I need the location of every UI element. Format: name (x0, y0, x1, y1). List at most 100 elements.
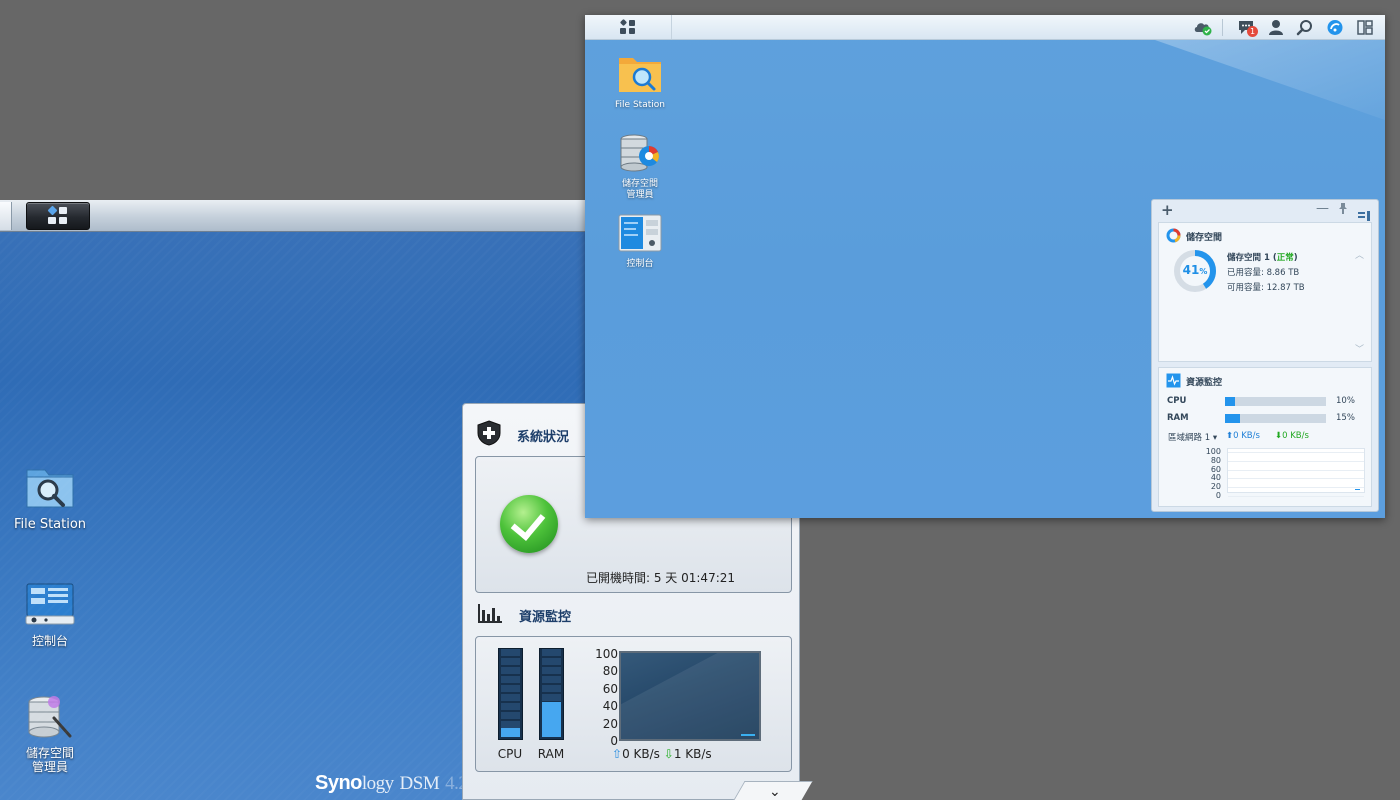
desktop-icon-storage-manager[interactable]: 儲存空間 管理員 (0, 690, 100, 774)
folder-search-icon (617, 52, 663, 98)
used-capacity: 已用容量: 8.86 TB (1227, 268, 1300, 278)
bar-segment (501, 721, 520, 728)
cpu-usage-bar (1225, 397, 1326, 406)
add-widget-icon[interactable]: + (1161, 201, 1174, 219)
storage-usage-percent: 41% (1182, 263, 1208, 277)
cpu-label: CPU (497, 747, 523, 761)
y-tick-label: 60 (602, 681, 618, 696)
ram-label: RAM (537, 747, 565, 761)
cloud-sync-icon[interactable] (1193, 19, 1212, 36)
widget-panel-header: + — (1152, 200, 1378, 222)
resource-monitor-title: 資源監控 (519, 609, 572, 625)
cpu-label: CPU (1167, 396, 1187, 406)
cpu-usage-fill (1225, 397, 1236, 406)
y-tick-label: 20 (1210, 482, 1221, 492)
grid-line (1228, 487, 1364, 489)
desktop-icon-control-panel[interactable]: 控制台 (600, 211, 680, 270)
y-tick-label: 40 (1210, 473, 1221, 483)
storage-donut-icon (1166, 228, 1181, 243)
ram-usage-fill (542, 702, 561, 737)
uptime-text: 已開機時間: 5 天 01:47:21 (586, 571, 736, 585)
free-capacity: 可用容量: 12.87 TB (1227, 283, 1305, 293)
widgets-toggle-icon[interactable] (1356, 19, 1374, 36)
upload-arrow-icon: ⇧ (612, 747, 623, 761)
desktop-icon-file-station[interactable]: File Station (600, 52, 680, 111)
ram-usage-fill (1225, 414, 1241, 423)
grid-line (1228, 469, 1364, 471)
desktop-icon-control-panel[interactable]: 控制台 (0, 578, 100, 648)
chevron-down-icon[interactable]: ⌄ (769, 784, 781, 800)
network-speed: ⇧0 KB/s ⇩1 KB/s (612, 747, 712, 761)
bar-segment (501, 694, 520, 701)
upload-speed: ⬆0 KB/s (1226, 431, 1260, 441)
caret-down-icon: ▾ (1212, 433, 1218, 443)
bar-segment (501, 685, 520, 692)
bar-segment (501, 649, 520, 656)
y-tick-label: 80 (1210, 455, 1221, 465)
taskbar-separator (1222, 19, 1223, 36)
bar-segment (501, 712, 520, 719)
desktop-icon-label: File Station (13, 517, 87, 532)
main-menu-button[interactable] (585, 15, 672, 39)
bar-segment (542, 658, 561, 665)
network-trace (741, 730, 755, 736)
control-panel-icon (617, 211, 663, 257)
status-ok-icon (500, 495, 558, 553)
synology-dsm-logo: Synology DSM 4.2 (315, 772, 468, 794)
cpu-usage-bar (498, 648, 523, 740)
shield-icon (477, 420, 501, 450)
dsm6-taskbar: 1 (585, 15, 1385, 40)
desktop-icon-storage-manager[interactable]: 儲存空間 管理員 (600, 131, 680, 201)
desktop-icon-label: 控制台 (31, 634, 68, 648)
desktop-icon-label: File Station (615, 100, 665, 110)
y-tick-label: 0 (1215, 491, 1221, 500)
grid-line (1228, 452, 1364, 453)
network-graph (619, 651, 761, 741)
dock-icon[interactable] (1358, 206, 1370, 221)
y-tick-label: 20 (602, 716, 618, 731)
user-icon[interactable] (1267, 19, 1285, 36)
taskbar-left-edge (0, 202, 12, 230)
network-interface-select[interactable]: 區域網路 1 ▾ (1168, 431, 1217, 443)
y-tick-label: 80 (602, 664, 618, 679)
resource-monitor-box: CPU RAM 100 80 60 40 20 0 ⇧0 KB/s ⇩1 KB/s (475, 636, 792, 772)
resource-monitor-widget: 資源監控 CPU RAM 10% 15% 區域網路 1 ▾ ⬆0 KB/s ⬇0… (1158, 367, 1372, 507)
bar-segment (501, 676, 520, 683)
dsm-help-icon[interactable] (1326, 19, 1344, 36)
bar-segment (542, 676, 561, 683)
system-status-title: 系統狀況 (517, 429, 570, 445)
y-tick-label: 100 (1205, 447, 1221, 456)
ram-label: RAM (1167, 413, 1189, 423)
main-menu-button[interactable] (26, 202, 90, 230)
storage-manager-icon (24, 690, 76, 742)
ram-usage-bar (539, 648, 564, 740)
grid-icon (47, 205, 68, 225)
grid-line (1228, 478, 1364, 480)
resource-monitor-title: 資源監控 (1186, 378, 1223, 388)
desktop-icon-label: 儲存空間 管理員 (25, 746, 74, 774)
desktop-icon-file-station[interactable]: File Station (0, 462, 100, 532)
bar-segment (501, 667, 520, 674)
upload-speed: 0 KB/s (622, 747, 660, 761)
chevron-up-icon[interactable]: ︿ (1355, 248, 1364, 261)
dsm6-widget-panel: + — 儲存空間 41% 儲存空間 1 (正常) 已用容量: 8.86 TB 可… (1151, 199, 1379, 512)
search-icon[interactable] (1296, 19, 1314, 36)
control-panel-icon (24, 578, 76, 630)
y-tick-label: 0 (610, 734, 618, 748)
folder-search-icon (24, 462, 76, 514)
grid-icon (619, 18, 636, 34)
volume-status: 正常 (1276, 253, 1294, 263)
ram-usage-bar (1225, 414, 1326, 423)
y-tick-label: 60 (1210, 464, 1221, 474)
pin-icon[interactable] (1338, 203, 1348, 217)
bar-segment (542, 685, 561, 692)
download-speed: 1 KB/s (673, 747, 712, 761)
minimize-icon[interactable]: — (1316, 201, 1329, 216)
download-speed: ⬇0 KB/s (1275, 431, 1309, 441)
storage-widget-title: 儲存空間 (1186, 233, 1223, 243)
storage-widget: 儲存空間 41% 儲存空間 1 (正常) 已用容量: 8.86 TB 可用容量:… (1158, 222, 1372, 362)
y-tick-label: 100 (595, 647, 618, 661)
notification-badge: 1 (1247, 26, 1258, 37)
chevron-down-icon[interactable]: ﹀ (1355, 342, 1364, 355)
bar-segment (542, 667, 561, 674)
